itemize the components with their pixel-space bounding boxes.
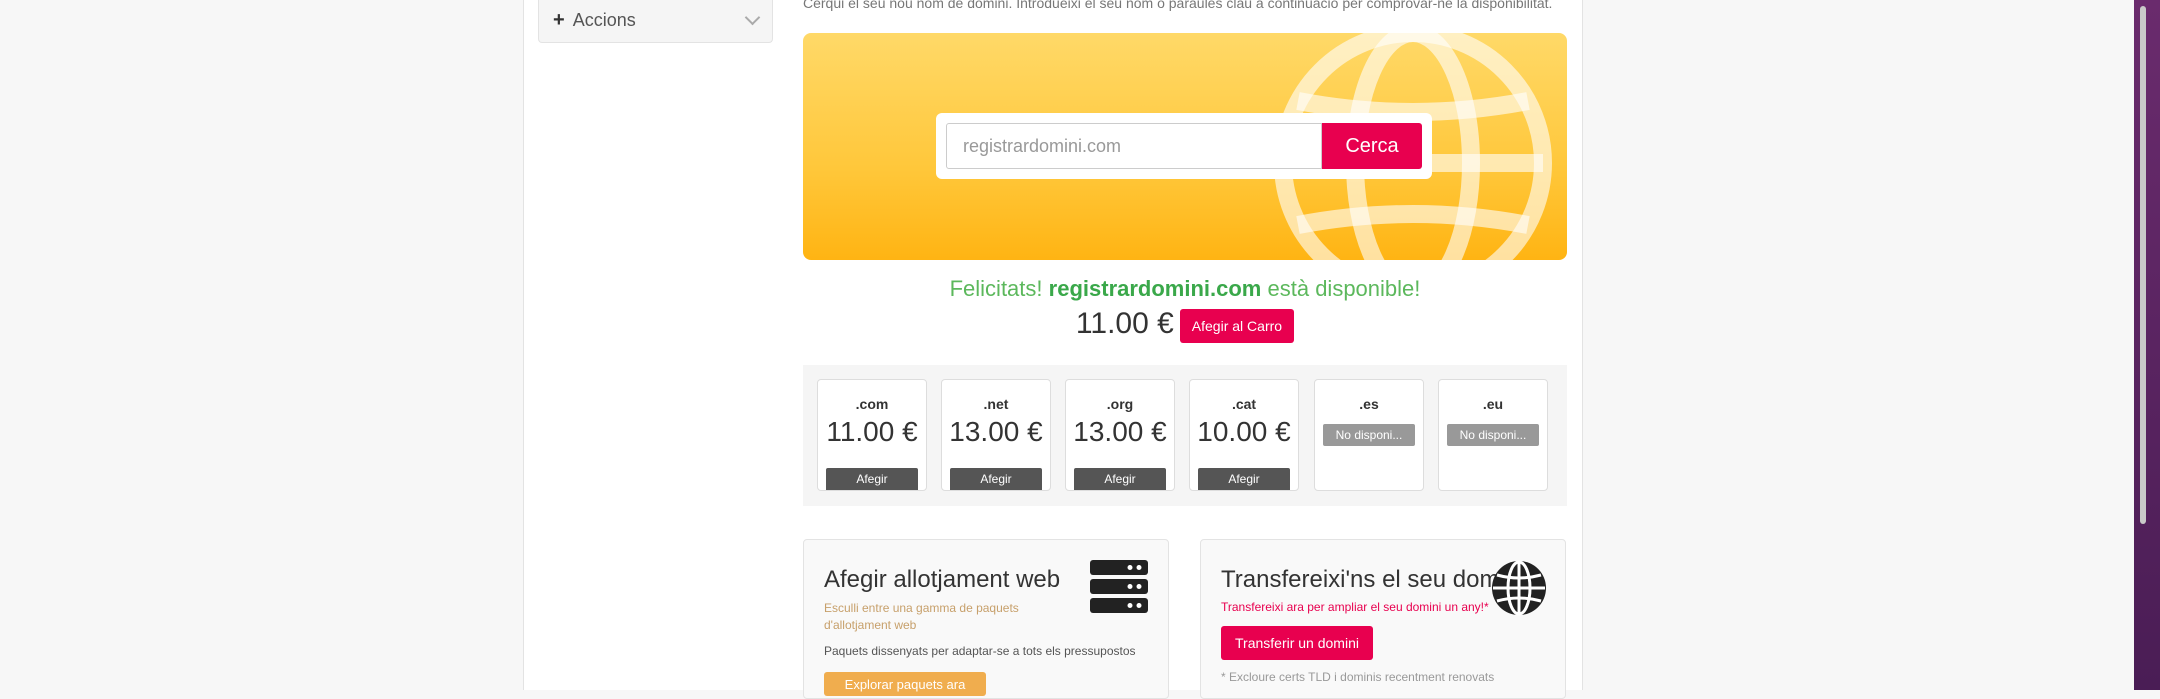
window-scrollbar[interactable] [2134, 0, 2160, 690]
tld-price: 13.00 € [1073, 416, 1167, 447]
tld-add-button[interactable]: Afegir [1074, 468, 1166, 490]
tld-name: .net [983, 396, 1009, 412]
explore-hosting-button[interactable]: Explorar paquets ara [824, 672, 986, 696]
tld-name: .eu [1482, 396, 1504, 412]
hosting-promo-description: Paquets dissenyats per adaptar-se a tots… [824, 644, 1136, 658]
tld-unavailable-badge: No disponi... [1323, 424, 1415, 446]
tld-card-net: .net 13.00 € Afegir [941, 379, 1051, 491]
chevron-down-icon [744, 9, 761, 26]
transfer-promo: Transfereixi'ns el seu domini Transferei… [1200, 539, 1566, 699]
tld-suggestions: .com 11.00 € Afegir .net 13.00 € Afegir … [803, 365, 1567, 506]
sidebar-actions-panel[interactable]: + Accions [538, 0, 773, 43]
tld-card-cat: .cat 10.00 € Afegir [1189, 379, 1299, 491]
tld-price: 10.00 € [1197, 416, 1291, 447]
globe-icon [1492, 560, 1546, 616]
available-domain: registrardomini.com [1048, 276, 1262, 301]
hosting-promo-subtitle: Esculli entre una gamma de paquets d'all… [824, 601, 1019, 632]
tld-add-button[interactable]: Afegir [950, 468, 1042, 490]
tld-add-button[interactable]: Afegir [1198, 468, 1290, 490]
availability-message: Felicitats! registrardomini.com està dis… [803, 276, 1567, 302]
tld-add-button[interactable]: Afegir [826, 468, 918, 490]
tld-card-com: .com 11.00 € Afegir [817, 379, 927, 491]
tld-name: .org [1106, 396, 1134, 412]
tld-name: .com [855, 396, 889, 412]
transfer-footnote: * Excloure certs TLD i dominis recentmen… [1221, 670, 1495, 684]
tld-unavailable-badge: No disponi... [1447, 424, 1539, 446]
tld-card-org: .org 13.00 € Afegir [1065, 379, 1175, 491]
hosting-promo: Afegir allotjament web Esculli entre una… [803, 539, 1169, 699]
scrollbar-thumb[interactable] [2140, 6, 2146, 524]
intro-text: Cerqui el seu nou nom de domini. Introdu… [803, 0, 1553, 11]
domain-price-line: 11.00 € Afegir al Carro [803, 305, 1567, 343]
tld-price: 11.00 € [826, 416, 918, 447]
server-icon [1090, 560, 1148, 613]
tld-name: .cat [1231, 396, 1257, 412]
tld-price: 13.00 € [949, 416, 1043, 447]
domain-search-input[interactable] [946, 123, 1322, 169]
add-to-cart-button[interactable]: Afegir al Carro [1179, 309, 1295, 343]
domain-search-hero: Cerca [803, 33, 1567, 260]
transfer-domain-button[interactable]: Transferir un domini [1221, 626, 1373, 660]
tld-name: .es [1359, 396, 1379, 412]
search-button[interactable]: Cerca [1322, 123, 1422, 169]
search-box: Cerca [936, 113, 1432, 179]
availability-prefix: Felicitats! [949, 276, 1043, 301]
plus-icon: + [553, 9, 565, 31]
availability-suffix: està disponible! [1267, 276, 1421, 301]
domain-price: 11.00 € [1075, 307, 1174, 340]
tld-card-eu: .eu No disponi... [1438, 379, 1548, 491]
tld-card-es: .es No disponi... [1314, 379, 1424, 491]
sidebar-actions-label: Accions [572, 9, 636, 30]
